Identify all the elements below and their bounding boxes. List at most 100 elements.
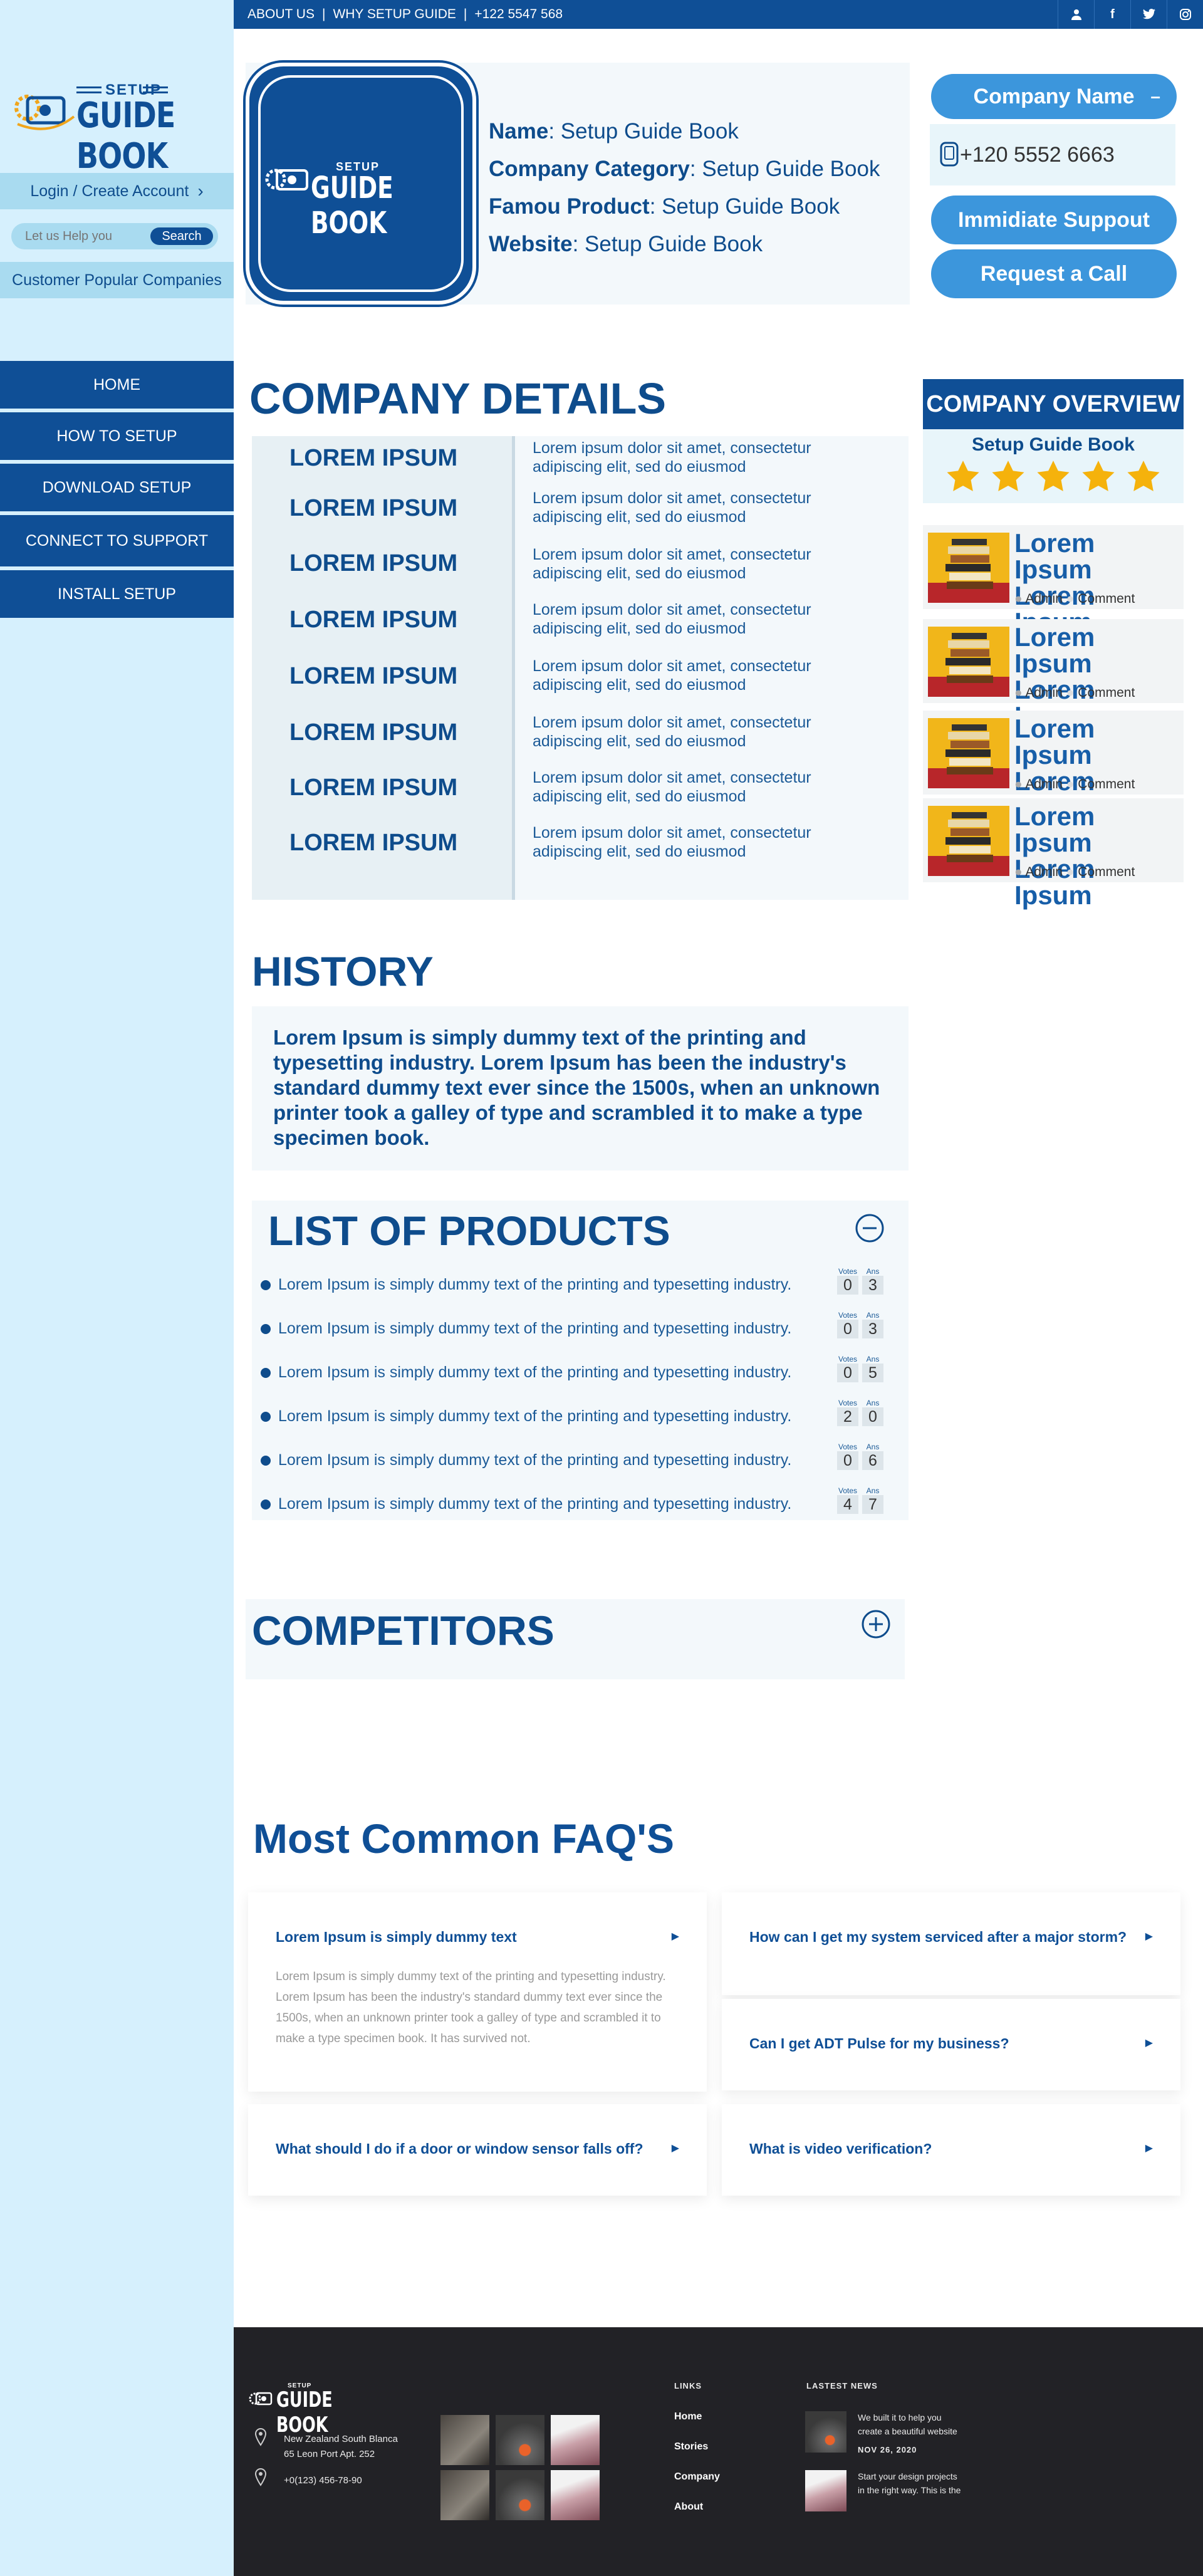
twitter-icon[interactable] (1130, 0, 1167, 29)
product-text[interactable]: Lorem Ipsum is simply dummy text of the … (278, 1451, 791, 1469)
badge-line2: GUIDE BOOK (311, 170, 393, 241)
product-item[interactable]: Lorem Ipsum is simply dummy text of the … (261, 1442, 900, 1473)
votes-counter: Votes 0 (837, 1311, 858, 1338)
why-setup-guide-link[interactable]: WHY SETUP GUIDE (333, 7, 456, 22)
facebook-icon[interactable]: f (1094, 0, 1130, 29)
post-thumbnail[interactable] (928, 718, 1009, 788)
nav-item-connect-to-support[interactable]: CONNECT TO SUPPORT (0, 515, 234, 566)
caret-right-icon: ▶ (1145, 1931, 1153, 1942)
login-create-account-link[interactable]: Login / Create Account › (0, 173, 234, 209)
news-text[interactable]: create a beautiful website (858, 2426, 957, 2436)
faq-item[interactable]: How can I get my system serviced after a… (722, 1892, 1180, 1995)
votes-label: Votes (838, 1355, 858, 1364)
product-text[interactable]: Lorem Ipsum is simply dummy text of the … (278, 1407, 791, 1426)
post-author[interactable]: Admin (1025, 592, 1063, 606)
nav-item-how-to-setup[interactable]: HOW TO SETUP (0, 412, 234, 460)
faq-item[interactable]: What is video verification? ▶ (722, 2104, 1180, 2196)
ans-label: Ans (866, 1399, 880, 1407)
overview-post[interactable]: Lorem Ipsum Lorem Ipsum ● Admin ● Commen… (923, 619, 1184, 729)
post-thumbnail[interactable] (928, 533, 1009, 603)
gallery-thumbnail[interactable] (440, 2415, 489, 2465)
post-author[interactable]: Admin (1025, 777, 1063, 791)
profile-fields: Name: Setup Guide Book Company Category:… (489, 113, 880, 263)
post-title[interactable]: Lorem Ipsum Lorem Ipsum (1014, 803, 1177, 909)
category-value: Setup Guide Book (702, 157, 880, 181)
product-item[interactable]: Lorem Ipsum is simply dummy text of the … (261, 1486, 900, 1516)
gallery-thumbnail[interactable] (440, 2470, 489, 2520)
footer-link-home[interactable]: Home (674, 2411, 702, 2422)
category-label: Company Category (489, 157, 690, 181)
overview-post[interactable]: Lorem Ipsum Lorem Ipsum ● Admin ● Commen… (923, 798, 1184, 909)
company-name-toggle[interactable]: Company Name – (931, 74, 1177, 119)
faq-item[interactable]: Can I get ADT Pulse for my business? ▶ (722, 1999, 1180, 2090)
profile-website-row: Website: Setup Guide Book (489, 232, 763, 256)
product-label: Famou Product (489, 194, 650, 219)
user-icon[interactable] (1058, 0, 1094, 29)
news-text[interactable]: Start your design projects (858, 2471, 957, 2481)
overview-post[interactable]: Lorem Ipsum Lorem Ipsum ● Admin ● Commen… (923, 525, 1184, 635)
nav-item-install-setup[interactable]: INSTALL SETUP (0, 570, 234, 618)
product-text[interactable]: Lorem Ipsum is simply dummy text of the … (278, 1364, 791, 1382)
detail-text: Lorem ipsum dolor sit amet, consectetur … (533, 439, 811, 476)
request-call-button[interactable]: Request a Call (931, 249, 1177, 298)
search-button[interactable]: Search (150, 227, 213, 245)
caret-right-icon: ▶ (1145, 2143, 1153, 2154)
nav-item-home[interactable]: HOME (0, 361, 234, 409)
overview-post[interactable]: Lorem Ipsum Lorem Ipsum ● Admin ● Commen… (923, 711, 1184, 821)
phone-number[interactable]: +120 5552 6663 (960, 143, 1115, 167)
product-text[interactable]: Lorem Ipsum is simply dummy text of the … (278, 1276, 791, 1294)
gallery-thumbnail[interactable] (551, 2415, 600, 2465)
product-item[interactable]: Lorem Ipsum is simply dummy text of the … (261, 1355, 900, 1385)
product-item[interactable]: Lorem Ipsum is simply dummy text of the … (261, 1399, 900, 1429)
post-comment[interactable]: Comment (1078, 777, 1135, 791)
immediate-support-button[interactable]: Immidiate Suppout (931, 196, 1177, 244)
brand-logo[interactable]: SETUP GUIDE BOOK (11, 79, 224, 177)
gallery-thumbnail[interactable] (496, 2470, 544, 2520)
bullet (261, 1368, 271, 1378)
about-us-link[interactable]: ABOUT US (247, 7, 315, 22)
footer-link-company[interactable]: Company (674, 2471, 720, 2483)
post-comment[interactable]: Comment (1078, 865, 1135, 879)
social-links: f (1058, 0, 1203, 29)
faq-question[interactable]: What is video verification? (749, 2141, 932, 2157)
instagram-icon[interactable] (1167, 0, 1203, 29)
faq-question[interactable]: What should I do if a door or window sen… (276, 2141, 643, 2157)
faq-question[interactable]: Lorem Ipsum is simply dummy text (276, 1929, 517, 1946)
news-text[interactable]: We built it to help you (858, 2412, 942, 2422)
news-thumbnail[interactable] (805, 2470, 846, 2511)
faq-question[interactable]: Can I get ADT Pulse for my business? (749, 2035, 1009, 2052)
faq-item-expanded[interactable]: Lorem Ipsum is simply dummy text ▶ Lorem… (248, 1892, 707, 2092)
nav-item-download-setup[interactable]: DOWNLOAD SETUP (0, 464, 234, 511)
product-item[interactable]: Lorem Ipsum is simply dummy text of the … (261, 1311, 900, 1341)
gallery-thumbnail[interactable] (551, 2470, 600, 2520)
post-comment[interactable]: Comment (1078, 592, 1135, 606)
post-author[interactable]: Admin (1025, 686, 1063, 700)
faq-item[interactable]: What should I do if a door or window sen… (248, 2104, 707, 2196)
footer-link-stories[interactable]: Stories (674, 2441, 708, 2453)
customer-popular-companies-link[interactable]: Customer Popular Companies (0, 262, 234, 298)
website-value[interactable]: Setup Guide Book (585, 232, 763, 256)
collapse-circle-icon[interactable] (855, 1213, 885, 1243)
search-input[interactable] (18, 227, 149, 246)
votes-label: Votes (838, 1399, 858, 1407)
footer-news-title: LASTEST NEWS (806, 2381, 878, 2391)
votes-counter: Votes 4 (837, 1486, 858, 1514)
product-text[interactable]: Lorem Ipsum is simply dummy text of the … (278, 1495, 791, 1513)
ans-label: Ans (866, 1442, 880, 1451)
bullet (261, 1456, 271, 1466)
product-text[interactable]: Lorem Ipsum is simply dummy text of the … (278, 1320, 791, 1338)
footer-logo[interactable]: SETUP GUIDE BOOK (249, 2382, 374, 2438)
faq-question[interactable]: How can I get my system serviced after a… (749, 1929, 1127, 1946)
post-thumbnail[interactable] (928, 627, 1009, 697)
post-comment[interactable]: Comment (1078, 686, 1135, 700)
post-thumbnail[interactable] (928, 806, 1009, 876)
news-text[interactable]: in the right way. This is the (858, 2485, 961, 2495)
expand-circle-icon[interactable] (861, 1609, 891, 1639)
post-author[interactable]: Admin (1025, 865, 1063, 879)
gallery-thumbnail[interactable] (496, 2415, 544, 2465)
product-item[interactable]: Lorem Ipsum is simply dummy text of the … (261, 1267, 900, 1297)
news-thumbnail[interactable] (805, 2411, 846, 2453)
footer-phone[interactable]: +0(123) 456-78-90 (284, 2475, 362, 2486)
topbar-phone[interactable]: +122 5547 568 (474, 7, 563, 22)
footer-link-about[interactable]: About (674, 2501, 703, 2513)
